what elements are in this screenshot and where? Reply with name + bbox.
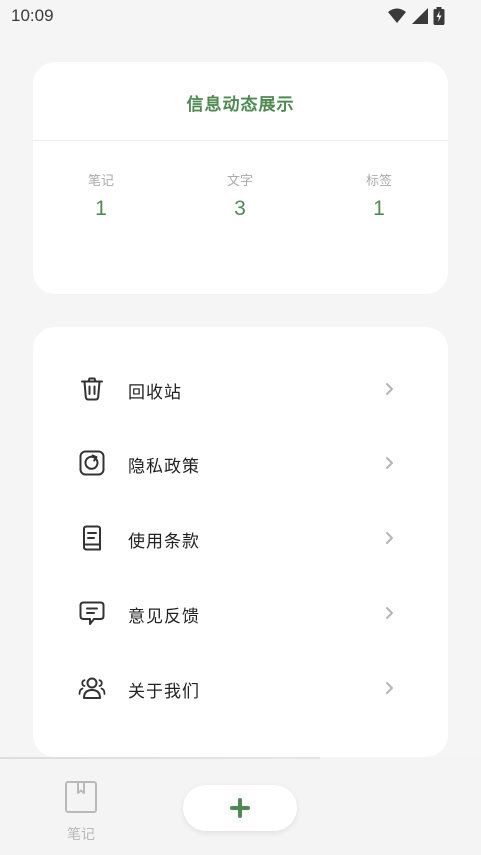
chevron-right-icon [386,383,393,395]
stat-value: 1 [373,197,385,220]
users-icon [78,677,106,699]
chevron-right-icon [386,457,393,469]
stat-label: 文字 [226,174,253,189]
nav-tab-notes-label: 笔记 [67,827,95,843]
trash-icon [81,377,103,401]
stat-text: 文字 3 [200,170,280,221]
stat-label: 笔记 [87,174,114,189]
menu-item-feedback[interactable]: 意见反馈 [33,583,448,643]
stats-divider [33,140,448,141]
privacy-icon [79,450,105,476]
chevron-right-icon [386,532,393,544]
menu-item-label: 回收站 [128,383,182,403]
menu-item-label: 隐私政策 [128,457,200,477]
bottom-bar-divider [0,757,320,759]
menu-item-label: 关于我们 [128,682,200,702]
menu-item-label: 使用条款 [128,532,200,552]
bottom-nav-bar: 笔记 [0,757,481,855]
stat-notes: 笔记 1 [61,170,141,221]
stat-value: 3 [234,197,246,220]
chevron-right-icon [386,607,393,619]
nav-tab-notes[interactable]: 笔记 [58,779,104,843]
menu-item-label: 意见反馈 [128,607,200,627]
status-icons [387,7,445,25]
stats-card: 信息动态展示 笔记 1 文字 3 标签 1 [33,62,448,294]
plus-icon [230,798,250,818]
stat-label: 标签 [365,174,392,189]
status-bar: 10:09 [0,0,481,34]
battery-icon [433,7,445,25]
status-time: 10:09 [11,6,54,25]
signal-icon [412,8,428,24]
add-note-button[interactable] [183,785,297,831]
document-icon [83,525,101,551]
notebook-icon [65,781,97,813]
stat-value: 1 [95,197,107,220]
chevron-right-icon [386,682,393,694]
feedback-icon [79,601,105,625]
stats-title: 信息动态展示 [186,95,295,115]
menu-item-terms-of-use[interactable]: 使用条款 [33,508,448,568]
menu-item-about-us[interactable]: 关于我们 [33,658,448,718]
menu-item-recycle-bin[interactable]: 回收站 [33,359,448,419]
stat-tags: 标签 1 [339,170,419,221]
wifi-icon [388,8,406,23]
menu-item-privacy-policy[interactable]: 隐私政策 [33,433,448,493]
menu-card: 回收站 隐私政策 使用条款 意见反馈 关于我们 [33,327,448,757]
